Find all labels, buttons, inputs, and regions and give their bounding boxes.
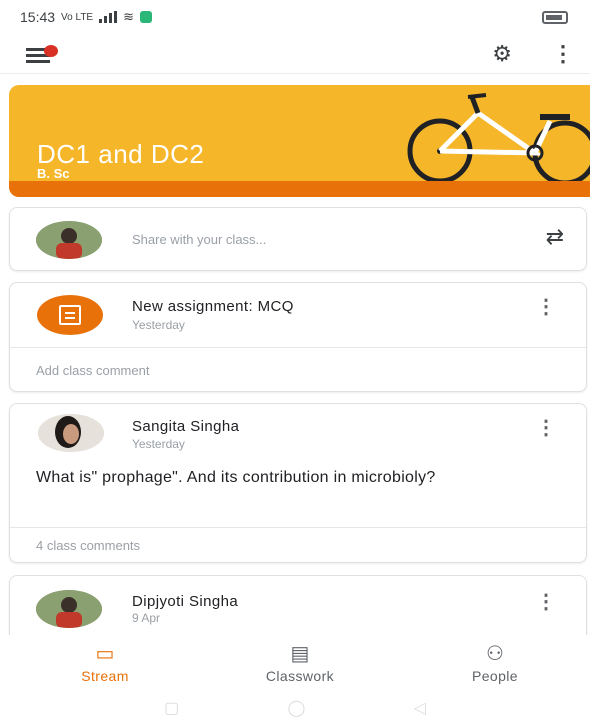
tab-label: Classwork	[265, 668, 335, 684]
assignment-icon	[37, 295, 103, 335]
recents-icon[interactable]: ▢	[164, 698, 179, 718]
system-navigation: ▢ ◯ ◁	[0, 696, 590, 720]
class-banner[interactable]: DC1 and DC2 B. Sc	[9, 85, 590, 197]
post-author: Dipjyoti Singha	[132, 593, 239, 610]
home-icon[interactable]: ◯	[287, 698, 305, 718]
avatar	[38, 414, 104, 452]
battery-icon	[542, 10, 568, 24]
assignment-post[interactable]: New assignment: MCQ Yesterday ⋮ Add clas…	[9, 282, 587, 392]
people-icon: ⚇	[486, 643, 504, 665]
avatar	[36, 221, 102, 259]
classwork-icon: ▤	[290, 643, 310, 665]
avatar	[36, 590, 102, 628]
post-body: What is" prophage". And its contribution…	[36, 469, 436, 486]
network-label: Vo LTE	[61, 11, 94, 23]
announcement-post[interactable]: Sangita Singha Yesterday ⋮ What is" prop…	[9, 403, 587, 563]
bicycle-illustration	[407, 93, 590, 186]
app-actions: ⚙ ⋮	[492, 42, 574, 65]
share-input[interactable]: Share with your class...	[132, 232, 266, 247]
stream-icon: ▭	[95, 643, 115, 665]
status-time: 15:43	[20, 9, 56, 25]
divider	[10, 527, 586, 528]
post-author: Sangita Singha	[132, 418, 240, 435]
more-vert-icon[interactable]: ⋮	[536, 297, 556, 317]
add-comment-link[interactable]: Add class comment	[36, 363, 149, 378]
tab-label: Stream	[81, 668, 129, 684]
divider	[10, 347, 586, 348]
status-bar: 15:43 Vo LTE ≋	[0, 0, 590, 34]
class-comments-link[interactable]: 4 class comments	[36, 538, 140, 553]
share-card[interactable]: Share with your class... ⇄	[9, 207, 587, 271]
app-bar: ⚙ ⋮	[0, 34, 590, 74]
post-time: Yesterday	[132, 318, 185, 332]
notification-badge-icon	[140, 11, 153, 23]
post-time: 9 Apr	[132, 611, 161, 625]
signal-icon	[99, 11, 118, 23]
banner-stripe	[9, 181, 590, 197]
bottom-navigation: ▭ Stream ▤ Classwork ⚇ People	[0, 635, 590, 693]
tab-people[interactable]: ⚇ People	[430, 635, 560, 693]
status-left: 15:43 Vo LTE ≋	[20, 9, 153, 25]
tab-stream[interactable]: ▭ Stream	[40, 635, 170, 693]
back-icon[interactable]: ◁	[414, 698, 426, 718]
gear-icon[interactable]: ⚙	[492, 42, 512, 65]
more-vert-icon[interactable]: ⋮	[552, 42, 574, 65]
wifi-icon: ≋	[123, 9, 135, 24]
tab-classwork[interactable]: ▤ Classwork	[235, 635, 365, 693]
tab-label: People	[472, 668, 518, 684]
more-vert-icon[interactable]: ⋮	[536, 418, 556, 438]
post-time: Yesterday	[132, 437, 185, 451]
more-vert-icon[interactable]: ⋮	[536, 592, 556, 612]
class-section: B. Sc	[37, 166, 70, 181]
post-title: New assignment: MCQ	[132, 298, 294, 315]
repost-icon[interactable]: ⇄	[546, 224, 564, 250]
menu-icon[interactable]	[26, 42, 60, 66]
